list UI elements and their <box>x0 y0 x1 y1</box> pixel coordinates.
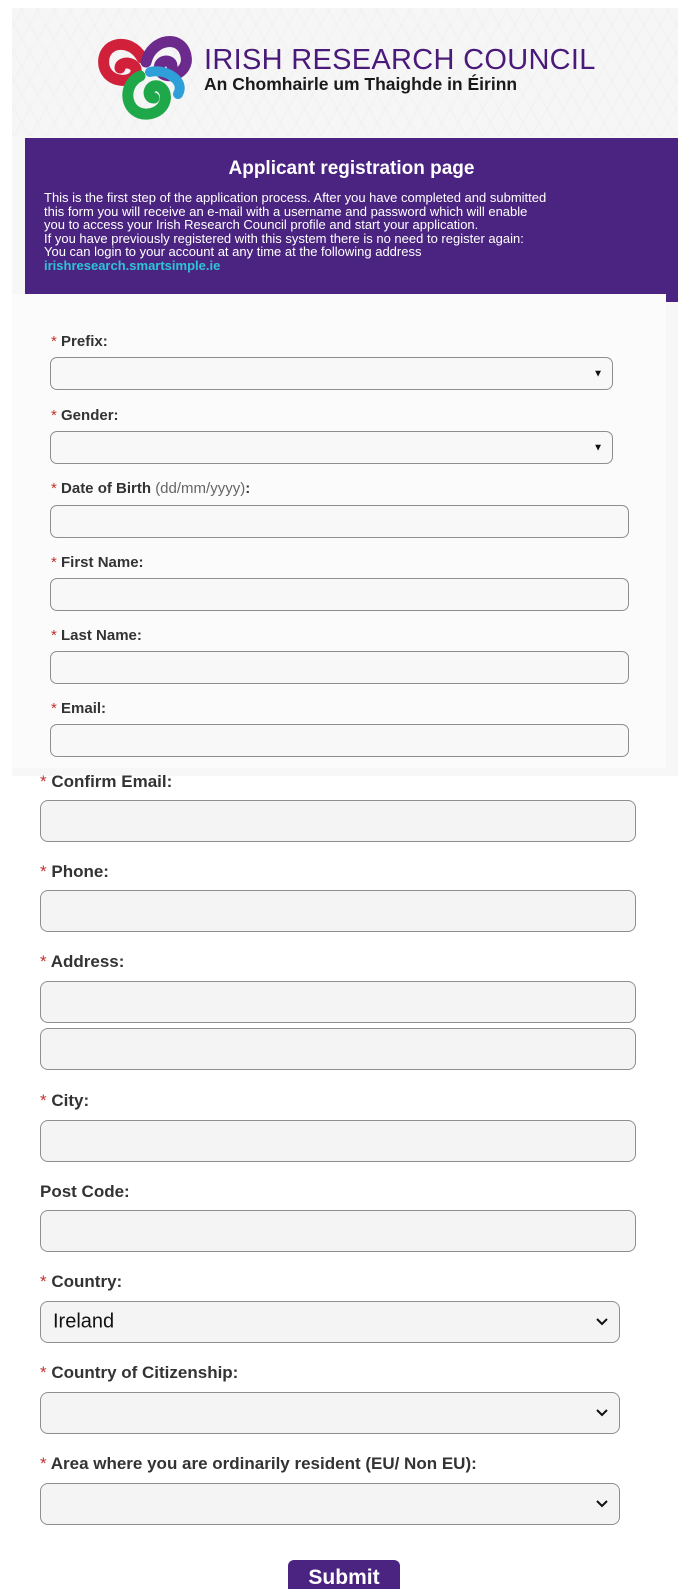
chevron-down-icon <box>596 1500 608 1508</box>
country-select[interactable]: Ireland <box>40 1301 620 1343</box>
gender-label: * Gender: <box>51 407 119 424</box>
intro-line: you to access your Irish Research Counci… <box>44 217 479 233</box>
last-name-input[interactable] <box>50 651 629 684</box>
logo-subtitle: An Chomhairle um Thaighde in Éirinn <box>204 74 518 94</box>
residence-select[interactable] <box>40 1483 620 1525</box>
city-input[interactable] <box>40 1120 636 1162</box>
residence-label: * Area where you are ordinarily resident… <box>40 1454 477 1473</box>
dob-input[interactable] <box>50 505 629 538</box>
address-line1-input[interactable] <box>40 981 636 1023</box>
country-label: * Country: <box>40 1272 123 1291</box>
dropdown-arrow-icon: ▼ <box>593 368 603 379</box>
post-code-label: Post Code: <box>40 1182 130 1201</box>
prefix-select[interactable]: ▼ <box>50 357 613 390</box>
header-logo-area: IRISH RESEARCH COUNCIL An Chomhairle um … <box>12 8 678 136</box>
confirm-email-input[interactable] <box>40 800 636 842</box>
country-selected-value: Ireland <box>53 1310 115 1333</box>
citizenship-label: * Country of Citizenship: <box>40 1363 239 1382</box>
dropdown-arrow-icon: ▼ <box>593 442 603 453</box>
phone-label: * Phone: <box>40 862 109 881</box>
page-title: Applicant registration page <box>228 158 475 179</box>
login-link[interactable]: irishresearch.smartsimple.ie <box>44 259 674 273</box>
post-code-input[interactable] <box>40 1210 636 1252</box>
chevron-down-icon <box>596 1318 608 1326</box>
first-name-label: * First Name: <box>51 554 144 571</box>
confirm-email-label: * Confirm Email: <box>40 772 173 791</box>
intro-line: If you have previously registered with t… <box>44 230 524 246</box>
dob-label: * Date of Birth (dd/mm/yyyy): <box>51 480 251 497</box>
intro-banner: Applicant registration page This is the … <box>25 138 678 302</box>
intro-line: this form you will receive an e-mail wit… <box>44 203 528 219</box>
email-input[interactable] <box>50 724 629 757</box>
intro-line: This is the first step of the applicatio… <box>44 190 547 205</box>
chevron-down-icon <box>596 1409 608 1417</box>
citizenship-select[interactable] <box>40 1392 620 1434</box>
submit-button[interactable]: Submit <box>288 1560 400 1589</box>
intro-text: This is the first step of the applicatio… <box>44 191 674 273</box>
last-name-label: * Last Name: <box>51 627 142 644</box>
prefix-label: * Prefix: <box>51 333 108 350</box>
logo-title: IRISH RESEARCH COUNCIL <box>204 44 596 76</box>
address-line2-input[interactable] <box>40 1028 636 1070</box>
phone-input[interactable] <box>40 890 636 932</box>
gender-select[interactable]: ▼ <box>50 431 613 464</box>
first-name-input[interactable] <box>50 578 629 611</box>
address-label: * Address: <box>40 952 125 971</box>
intro-line: You can login to your account at any tim… <box>44 244 422 260</box>
city-label: * City: <box>40 1091 90 1110</box>
irish-research-council-logo-icon <box>98 36 192 120</box>
email-label: * Email: <box>51 700 107 717</box>
